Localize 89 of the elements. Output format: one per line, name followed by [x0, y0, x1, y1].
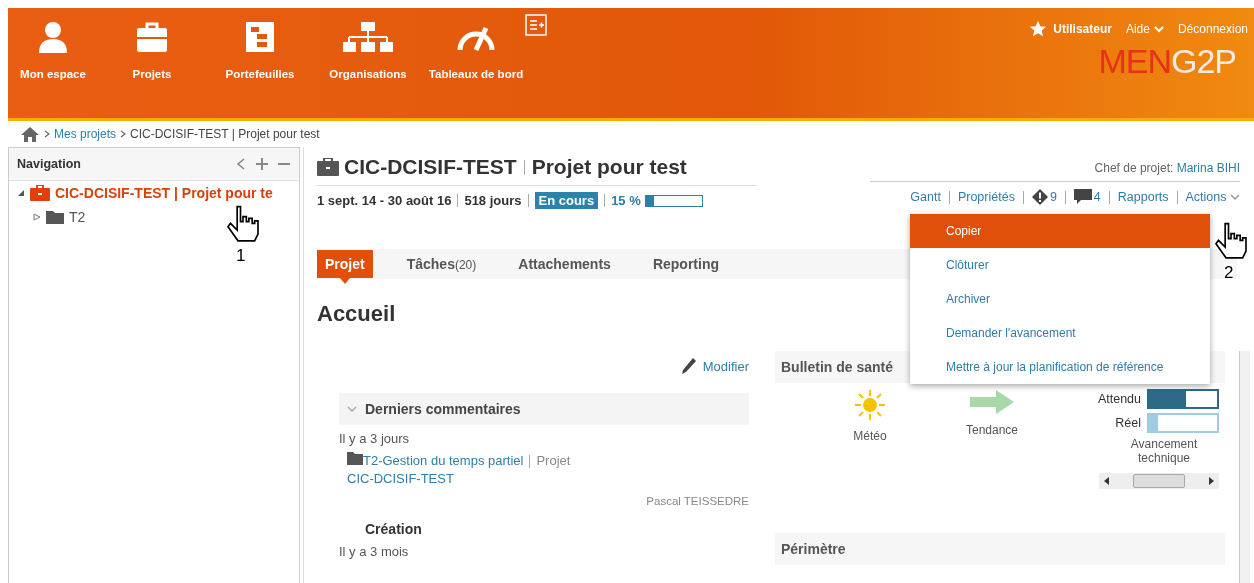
- logout-link[interactable]: Déconnexion: [1177, 22, 1248, 36]
- chevron-down-icon: [347, 405, 357, 413]
- manager-label: Chef de projet:: [1094, 161, 1174, 175]
- nav-item[interactable]: Tableaux de bord: [422, 20, 530, 80]
- nav-item[interactable]: Mon espace: [8, 20, 98, 80]
- scroll-left-icon[interactable]: [1104, 477, 1109, 485]
- chevron-down-icon: [1153, 25, 1164, 33]
- chevron-right-icon: [44, 130, 50, 138]
- panel-title: Périmètre: [781, 541, 846, 557]
- collapsed-triangle-icon[interactable]: [33, 213, 41, 221]
- gantt-link[interactable]: Gantt: [910, 190, 941, 204]
- tree-item[interactable]: T2: [9, 205, 299, 229]
- comment-time: Il y a 3 jours: [339, 431, 411, 446]
- project-code: CIC-DCISIF-TEST: [344, 155, 517, 179]
- progress-bar: [644, 194, 703, 207]
- issues-count[interactable]: 9: [1049, 190, 1057, 204]
- comment-type: Création: [365, 520, 423, 538]
- tab[interactable]: Tâches(20): [398, 250, 485, 278]
- folder-icon: [46, 210, 64, 224]
- trend-label: Tendance: [965, 423, 1018, 437]
- project-duration: 518 jours: [464, 193, 522, 208]
- horizontal-scrollbar[interactable]: [1099, 473, 1219, 489]
- tab[interactable]: Projet: [317, 250, 373, 278]
- progress-bar: [1147, 413, 1219, 433]
- add-icon[interactable]: [255, 157, 269, 171]
- home-icon[interactable]: [20, 126, 40, 142]
- menu-item[interactable]: Copier: [910, 214, 1210, 248]
- nav-item[interactable]: Organisations: [314, 20, 422, 80]
- bar-label: Attendu: [1097, 392, 1141, 406]
- breadcrumb-current: CIC-DCISIF-TEST | Projet pour test: [130, 127, 320, 141]
- pencil-icon: [680, 357, 697, 375]
- properties-link[interactable]: Propriétés: [957, 190, 1015, 204]
- bar-label: Réel: [1115, 416, 1141, 430]
- hand-cursor-icon: [226, 205, 260, 245]
- comment-author: Pascal TEISSEDRE: [646, 495, 749, 507]
- briefcase-icon: [317, 158, 339, 176]
- chevron-down-icon: [1230, 194, 1240, 201]
- status-badge: En cours: [534, 192, 599, 209]
- project-name: Projet pour test: [531, 155, 687, 179]
- menu-item[interactable]: Archiver: [910, 282, 1210, 316]
- menu-item[interactable]: Demander l'avancement: [910, 316, 1210, 350]
- folder-icon: [347, 452, 363, 465]
- callout-number: 2: [1224, 264, 1234, 282]
- warning-icon: [1031, 189, 1048, 205]
- add-list-icon[interactable]: [525, 14, 547, 36]
- progress-percent: 15 %: [611, 193, 641, 208]
- tree-item[interactable]: CIC-DCISIF-TEST | Projet pour te: [9, 181, 299, 205]
- actions-menu[interactable]: Actions: [1185, 190, 1240, 204]
- task-link[interactable]: T2-Gestion du temps partiel: [363, 453, 524, 468]
- tab[interactable]: Attachements: [510, 250, 619, 278]
- help-menu[interactable]: Aide: [1125, 22, 1164, 36]
- project-label: Projet: [536, 453, 571, 468]
- panel-title: Navigation: [17, 157, 81, 171]
- progress-bar: [1147, 389, 1219, 409]
- comment-icon: [1073, 189, 1092, 205]
- weather-label: Météo: [853, 429, 887, 443]
- project-link[interactable]: CIC-DCISIF-TEST: [347, 471, 454, 486]
- edit-link[interactable]: Modifier: [702, 358, 749, 374]
- folder-icon: [243, 20, 277, 54]
- briefcase-icon: [135, 20, 169, 54]
- menu-item[interactable]: Clôturer: [910, 248, 1210, 282]
- menu-item[interactable]: Mettre à jour la planification de référence: [910, 350, 1210, 384]
- vertical-scrollbar[interactable]: [1239, 351, 1250, 583]
- tab-pointer-icon: [339, 278, 350, 284]
- reports-link[interactable]: Rapports: [1117, 190, 1169, 204]
- sun-icon: [854, 389, 886, 421]
- chevron-right-icon: [120, 130, 127, 138]
- tab[interactable]: Reporting: [644, 250, 727, 278]
- comments-count[interactable]: 4: [1093, 190, 1101, 204]
- logo: MENG2P: [1098, 42, 1236, 81]
- nav-item[interactable]: Projets: [98, 20, 206, 80]
- person-icon: [36, 20, 70, 54]
- arrow-right-icon: [970, 389, 1014, 415]
- scroll-right-icon[interactable]: [1209, 477, 1214, 485]
- expanded-triangle-icon[interactable]: [17, 189, 25, 197]
- comment-time: Il y a 3 mois: [339, 544, 410, 559]
- manager-link[interactable]: Marina BIHI: [1176, 161, 1240, 175]
- user-link[interactable]: Utilisateur: [1053, 22, 1112, 36]
- comments-header[interactable]: Derniers commentaires: [339, 393, 749, 425]
- org-chart-icon: [343, 20, 393, 54]
- nav-item[interactable]: Portefeuilles: [206, 20, 314, 80]
- panel-title: Bulletin de santé: [781, 359, 894, 375]
- collapse-icon[interactable]: [235, 157, 247, 171]
- bar-caption: Avancement technique: [1129, 437, 1199, 465]
- briefcase-icon: [30, 185, 50, 201]
- project-dates: 1 sept. 14 - 30 août 16: [317, 193, 452, 208]
- section-title: Accueil: [317, 301, 397, 327]
- star-icon: [1029, 20, 1048, 38]
- breadcrumb-link[interactable]: Mes projets: [54, 127, 117, 141]
